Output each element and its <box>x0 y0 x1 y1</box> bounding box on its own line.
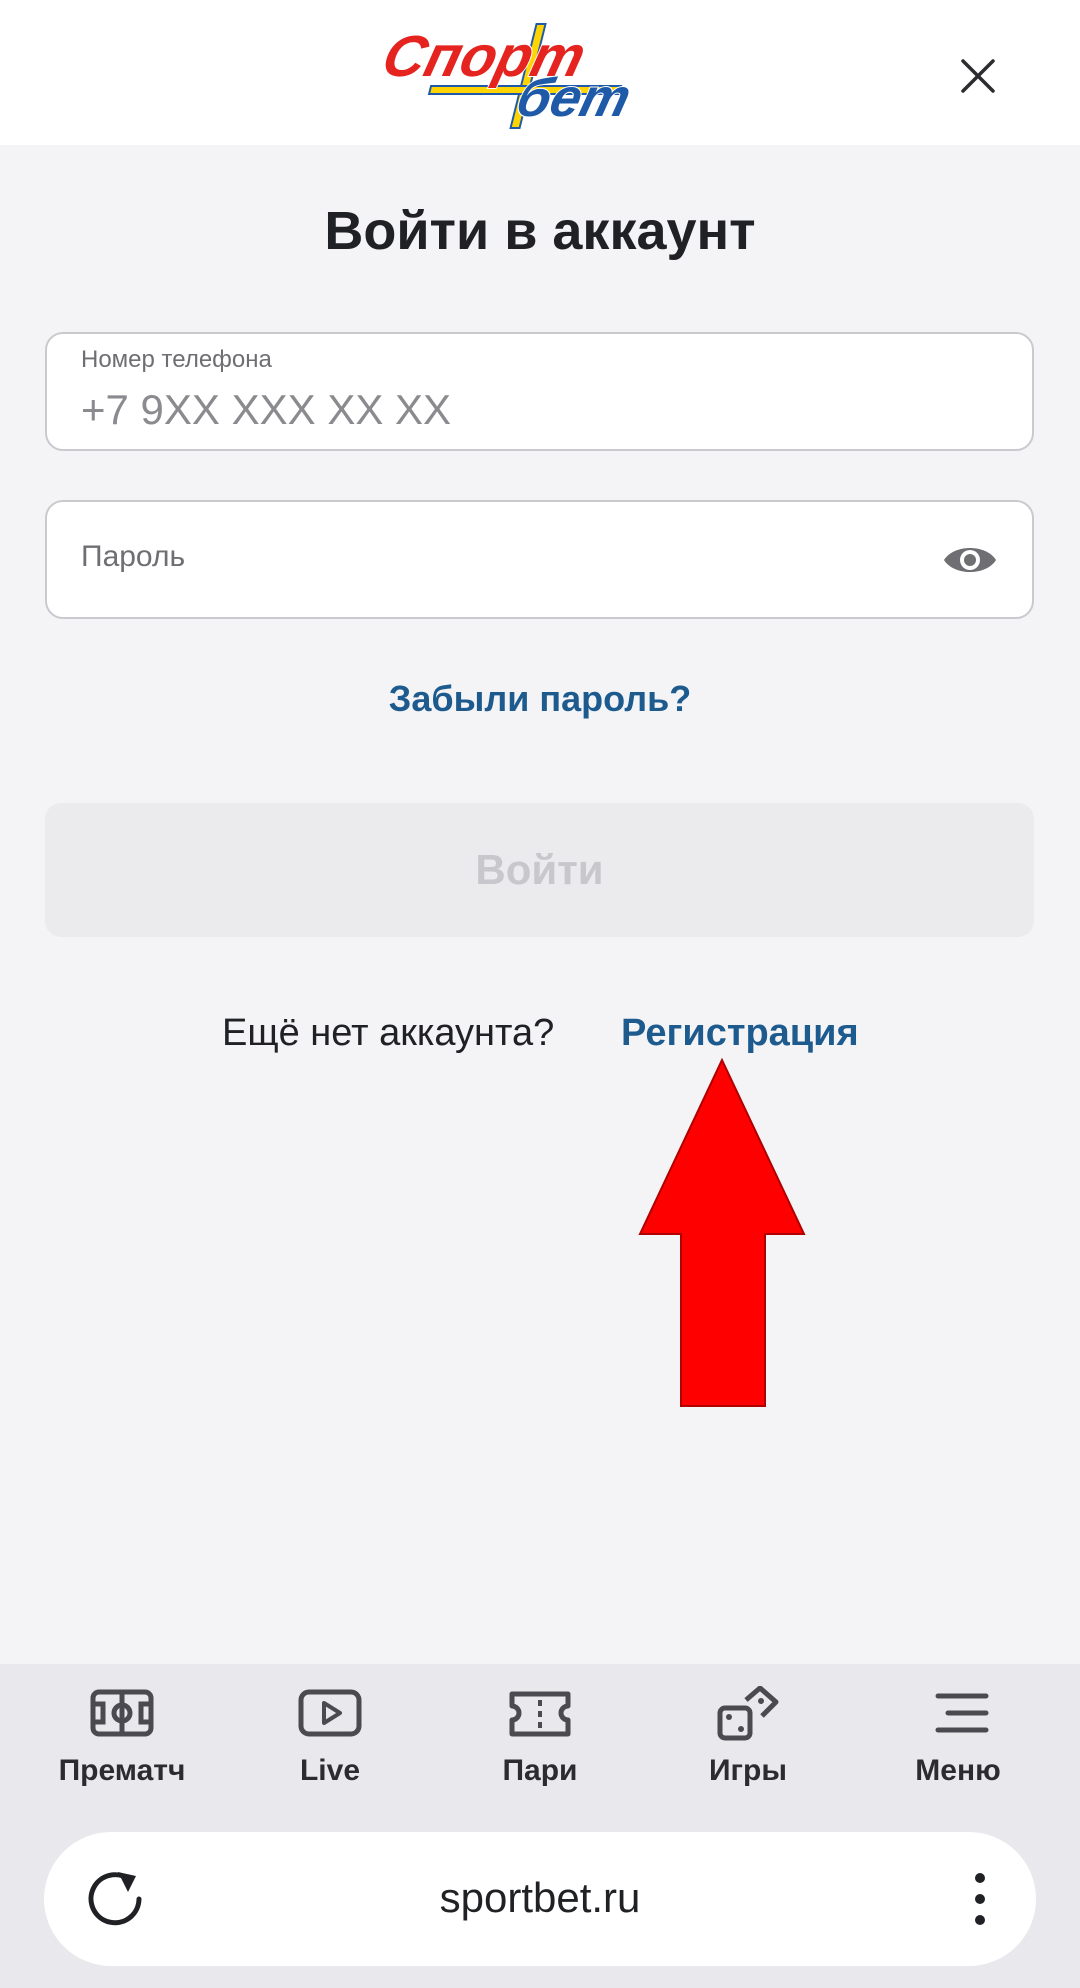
register-link[interactable]: Регистрация <box>621 1012 859 1055</box>
url-bar[interactable]: sportbet.ru <box>44 1832 1036 1966</box>
play-icon <box>298 1689 362 1737</box>
eye-icon[interactable] <box>942 538 998 582</box>
phone-input[interactable]: +7 9XX XXX XX XX <box>81 386 881 434</box>
close-button[interactable] <box>950 48 1006 104</box>
page-title: Войти в аккаунт <box>324 201 756 261</box>
nav-label-prematch: Прематч <box>58 1754 186 1787</box>
no-account-text: Ещё нет аккаунта? <box>222 1012 555 1054</box>
sportbet-logo[interactable]: Спорт бет <box>370 18 666 134</box>
nav-label-pari: Пари <box>502 1754 578 1787</box>
nav-item-menu[interactable]: Меню <box>858 1664 1058 1810</box>
close-icon <box>961 59 995 93</box>
password-field[interactable]: Пароль <box>45 500 1034 619</box>
nav-item-games[interactable]: Игры <box>648 1664 848 1810</box>
field-icon <box>90 1689 154 1737</box>
menu-icon <box>935 1693 989 1733</box>
logo-text-bottom: бет <box>511 67 638 128</box>
header: Спорт бет <box>0 0 1080 145</box>
bottom-nav: Прематч Live Пари Игры Меню <box>0 1664 1080 1810</box>
phone-field-label: Номер телефона <box>81 346 272 373</box>
nav-item-pari[interactable]: Пари <box>440 1664 640 1810</box>
dice-icon <box>717 1686 779 1741</box>
forgot-password-link[interactable]: Забыли пароль? <box>0 678 1080 720</box>
nav-item-prematch[interactable]: Прематч <box>22 1664 222 1810</box>
ticket-icon <box>509 1691 571 1737</box>
login-button[interactable]: Войти <box>45 803 1034 937</box>
nav-item-live[interactable]: Live <box>230 1664 430 1810</box>
red-arrow-annotation <box>638 1058 806 1407</box>
url-text[interactable]: sportbet.ru <box>44 1874 1036 1922</box>
nav-label-games: Игры <box>708 1754 787 1787</box>
password-input[interactable]: Пароль <box>81 540 185 574</box>
more-vertical-icon[interactable] <box>964 1866 996 1932</box>
nav-label-menu: Меню <box>915 1754 1001 1787</box>
nav-label-live: Live <box>299 1754 361 1787</box>
browser-bar: sportbet.ru <box>0 1810 1080 1988</box>
phone-field[interactable]: Номер телефона +7 9XX XXX XX XX <box>45 332 1034 451</box>
